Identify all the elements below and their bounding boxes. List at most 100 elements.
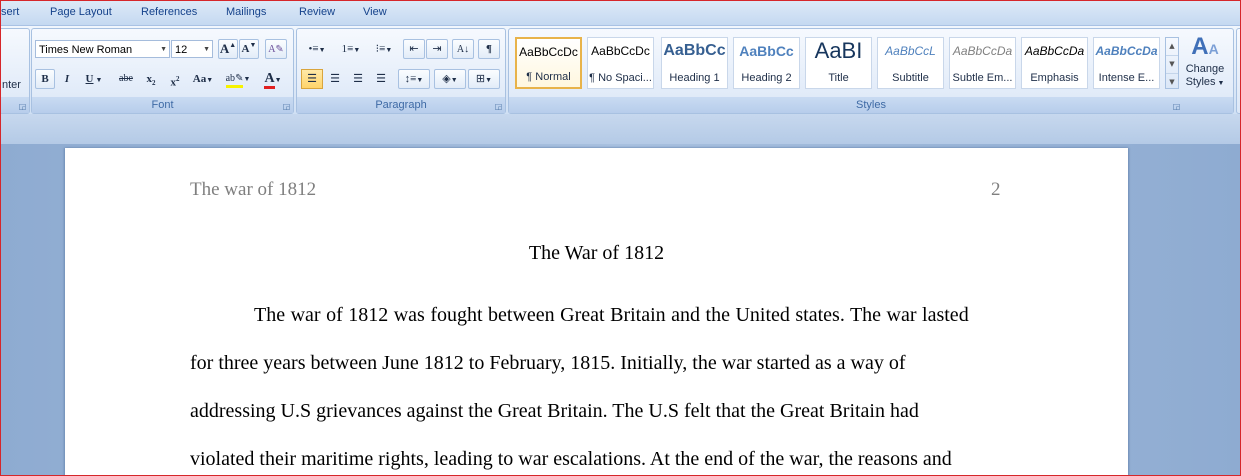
style-heading-2[interactable]: AaBbCc Heading 2 [733, 37, 800, 89]
underline-icon: U [85, 73, 94, 85]
justify-button[interactable]: ☰ [370, 69, 392, 89]
style-sample: AaBbCcDa [1024, 44, 1085, 58]
body-line-2: for three years between June 1812 to Feb… [190, 352, 906, 374]
paragraph-group: •≡▼ 1≡▼ ⁝≡▼ ⇤ ⇥ A↓ ¶ ☰ ☰ ☰ ☰ ↕≡▼ ◈▼ ⊞▼ P… [296, 28, 506, 114]
sort-icon: A↓ [456, 44, 470, 55]
tab-references[interactable]: References [141, 6, 197, 18]
font-group-label: Font [32, 97, 293, 113]
change-case-button[interactable]: Aa▼ [188, 69, 218, 89]
style-heading-1[interactable]: AaBbCc Heading 1 [661, 37, 728, 89]
word-window: sert Page Layout References Mailings Rev… [0, 0, 1241, 476]
tab-review[interactable]: Review [299, 6, 335, 18]
align-left-icon: ☰ [307, 73, 317, 85]
styles-group-label: Styles [509, 97, 1233, 113]
style-sample: AaBbCcDa [1095, 44, 1158, 58]
align-center-button[interactable]: ☰ [324, 69, 346, 89]
font-size-value: 12 [175, 44, 188, 56]
borders-button[interactable]: ⊞▼ [468, 69, 500, 89]
style-name: Heading 1 [669, 72, 720, 84]
style-normal[interactable]: AaBbCcDc ¶ Normal [515, 37, 582, 89]
chevron-down-icon: ▼ [160, 46, 167, 53]
chevron-down-icon: ▼ [203, 46, 210, 53]
sort-button[interactable]: A↓ [452, 39, 474, 59]
tab-page-layout[interactable]: Page Layout [50, 6, 112, 18]
multilevel-list-icon: ⁝≡ [375, 43, 386, 55]
styles-group: AaBbCcDc ¶ Normal AaBbCcDc ¶ No Spaci...… [508, 28, 1234, 114]
scroll-up-icon[interactable]: ▲ [1166, 38, 1178, 55]
body-line-4: violated their maritime rights, leading … [190, 448, 952, 470]
bullet-list-icon: •≡ [308, 43, 319, 55]
editing-group-partial [1236, 28, 1240, 114]
bullets-button[interactable]: •≡▼ [301, 39, 333, 59]
superscript-button[interactable]: x2 [164, 69, 186, 89]
ruler-band [1, 114, 1240, 144]
line-spacing-button[interactable]: ↕≡▼ [398, 69, 430, 89]
style-name: Subtitle [892, 72, 929, 84]
tab-mailings[interactable]: Mailings [226, 6, 266, 18]
format-painter-label[interactable]: nter [2, 79, 21, 91]
change-styles-button[interactable]: AA Change Styles ▼ [1181, 33, 1229, 93]
style-no-spacing[interactable]: AaBbCcDc ¶ No Spaci... [587, 37, 654, 89]
multilevel-list-button[interactable]: ⁝≡▼ [369, 39, 399, 59]
style-sample: AaBbCcDc [519, 45, 578, 59]
clipboard-launcher-icon[interactable]: ◲ [18, 102, 27, 111]
decrease-indent-button[interactable]: ⇤ [403, 39, 425, 59]
tab-insert[interactable]: sert [1, 6, 19, 18]
increase-indent-icon: ⇥ [432, 43, 442, 55]
strikethrough-button[interactable]: abe [114, 69, 138, 89]
grow-font-icon: A [219, 41, 230, 56]
style-sample: AaBbCc [663, 42, 726, 59]
align-right-button[interactable]: ☰ [347, 69, 369, 89]
style-sample: AaBI [814, 38, 863, 63]
styles-dialog-launcher-icon[interactable]: ◲ [1172, 102, 1181, 111]
font-group: Times New Roman ▼ 12 ▼ A▲ A▼ A✎ B I U ▼ … [31, 28, 294, 114]
grow-font-button[interactable]: A▲ [218, 39, 238, 59]
style-name: Heading 2 [741, 72, 792, 84]
font-dialog-launcher-icon[interactable]: ◲ [282, 102, 291, 111]
paragraph-dialog-launcher-icon[interactable]: ◲ [494, 102, 503, 111]
font-size-combo[interactable]: 12 ▼ [171, 40, 213, 58]
change-styles-label-1: Change [1185, 63, 1225, 75]
scroll-down-icon[interactable]: ▼ [1166, 55, 1178, 73]
numbering-button[interactable]: 1≡▼ [335, 39, 367, 59]
clear-formatting-button[interactable]: A✎ [265, 39, 287, 59]
subscript-button[interactable]: x2 [140, 69, 162, 89]
style-subtitle[interactable]: AaBbCcL Subtitle [877, 37, 944, 89]
shrink-font-button[interactable]: A▼ [239, 39, 259, 59]
style-name: Emphasis [1030, 72, 1079, 84]
style-title[interactable]: AaBI Title [805, 37, 872, 89]
body-line-1: The war of 1812 was fought between Great… [254, 304, 969, 326]
underline-button[interactable]: U ▼ [80, 69, 108, 89]
font-color-button[interactable]: A▼ [258, 69, 288, 89]
style-subtle-emphasis[interactable]: AaBbCcDa Subtle Em... [949, 37, 1016, 89]
style-name: ¶ No Spaci... [589, 72, 652, 84]
body-line-3: addressing U.S grievances against the Gr… [190, 400, 919, 422]
highlight-button[interactable]: ab✎▼ [222, 69, 254, 89]
style-emphasis[interactable]: AaBbCcDa Emphasis [1021, 37, 1088, 89]
style-sample: AaBbCc [739, 43, 794, 59]
italic-icon: I [64, 73, 70, 85]
tab-view[interactable]: View [363, 6, 387, 18]
page-header-title: The war of 1812 [190, 179, 317, 200]
change-styles-label-2: Styles [1185, 76, 1216, 88]
increase-indent-button[interactable]: ⇥ [426, 39, 448, 59]
numbered-list-icon: 1≡ [341, 43, 354, 55]
italic-button[interactable]: I [57, 69, 77, 89]
decrease-indent-icon: ⇤ [409, 43, 419, 55]
more-styles-icon[interactable]: ▼ [1166, 73, 1178, 90]
font-family-combo[interactable]: Times New Roman ▼ [35, 40, 170, 58]
show-formatting-marks-button[interactable]: ¶ [478, 39, 500, 59]
style-sample: AaBbCcDa [952, 44, 1013, 58]
shading-button[interactable]: ◈▼ [434, 69, 466, 89]
pilcrow-icon: ¶ [486, 43, 492, 55]
style-intense-emphasis[interactable]: AaBbCcDa Intense E... [1093, 37, 1160, 89]
style-name: Subtle Em... [952, 72, 1013, 84]
bold-icon: B [41, 73, 49, 85]
document-title: The War of 1812 [528, 242, 665, 264]
document-page[interactable]: The war of 1812 2 The War of 1812 The wa… [65, 148, 1128, 475]
border-grid-icon: ⊞ [475, 73, 486, 85]
align-left-button[interactable]: ☰ [301, 69, 323, 89]
clear-formatting-icon: A✎ [268, 44, 284, 55]
ribbon-tab-strip: sert Page Layout References Mailings Rev… [1, 1, 1240, 25]
bold-button[interactable]: B [35, 69, 55, 89]
